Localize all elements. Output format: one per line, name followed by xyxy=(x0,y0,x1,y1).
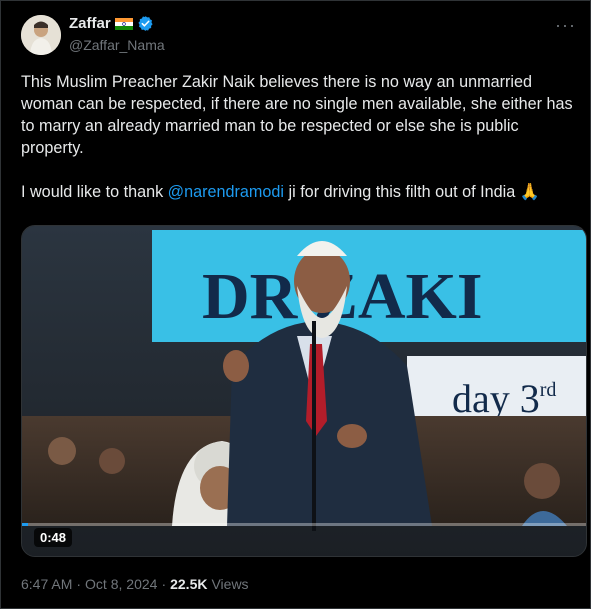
post-card: Zaffar @Zaffar_Nama ··· This Muslim Prea… xyxy=(0,0,591,609)
views-count: 22.5K xyxy=(170,576,208,592)
verified-badge-icon xyxy=(138,16,153,31)
avatar[interactable] xyxy=(21,15,61,55)
post-paragraph-2-end: ji for driving this filth out of India 🙏 xyxy=(284,183,540,201)
post-date[interactable]: Oct 8, 2024 xyxy=(85,576,157,592)
mention-link[interactable]: @narendramodi xyxy=(168,183,284,201)
author-handle[interactable]: @Zaffar_Nama xyxy=(69,37,165,53)
post-paragraph-2-start: I would like to thank xyxy=(21,183,168,201)
india-flag-icon xyxy=(114,17,133,30)
post-meta: 6:47 AM · Oct 8, 2024 · 22.5K Views xyxy=(21,576,249,592)
meta-separator: · xyxy=(76,576,82,592)
video-progress-bar[interactable] xyxy=(22,523,586,526)
post-time[interactable]: 6:47 AM xyxy=(21,576,72,592)
avatar-image xyxy=(21,15,61,55)
video-frame: DR ZAKI day 3rd xyxy=(22,226,586,556)
video-duration-badge: 0:48 xyxy=(34,528,73,547)
post-text: This Muslim Preacher Zakir Naik believes… xyxy=(21,71,577,203)
video-player[interactable]: DR ZAKI day 3rd 0:48 xyxy=(21,225,587,557)
more-options-icon[interactable]: ··· xyxy=(555,15,576,36)
author-name[interactable]: Zaffar xyxy=(69,15,111,32)
video-progress-fill xyxy=(22,523,28,526)
post-paragraph-2: I would like to thank @narendramodi ji f… xyxy=(21,181,577,203)
author-name-row[interactable]: Zaffar xyxy=(69,15,154,32)
post-paragraph-1: This Muslim Preacher Zakir Naik believes… xyxy=(21,73,573,157)
views-label: Views xyxy=(211,576,249,592)
meta-separator: · xyxy=(161,576,167,592)
